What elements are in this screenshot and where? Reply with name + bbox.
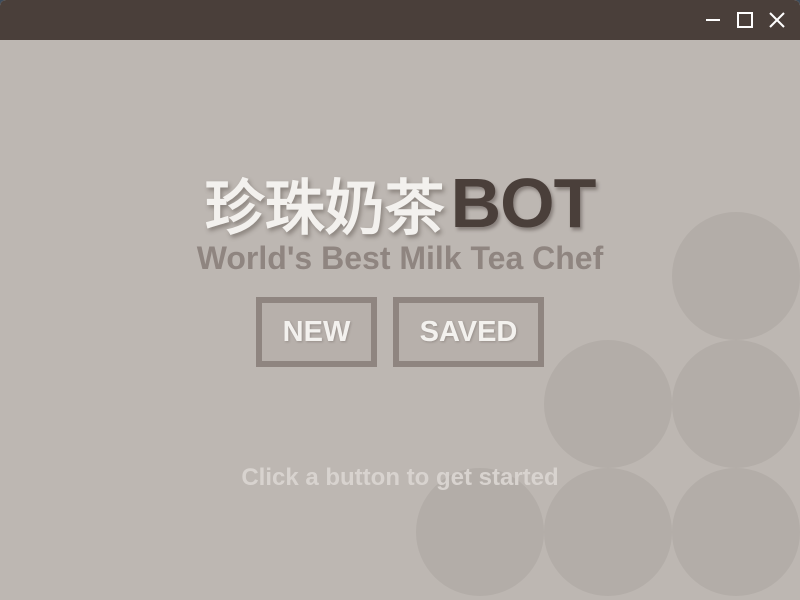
new-button-label: NEW bbox=[282, 315, 351, 348]
saved-button[interactable]: SAVED bbox=[393, 297, 544, 367]
minimize-icon bbox=[706, 19, 720, 21]
maximize-button[interactable] bbox=[733, 8, 757, 32]
app-title-bot: BOT bbox=[450, 164, 597, 242]
minimize-button[interactable] bbox=[701, 8, 725, 32]
app-window: 珍珠奶茶 BOT World's Best Milk Tea Chef NEW … bbox=[0, 0, 800, 600]
decor-pearl bbox=[544, 340, 672, 468]
title-bar[interactable] bbox=[0, 0, 800, 40]
app-title-chinese: 珍珠奶茶 bbox=[204, 173, 445, 244]
decor-pearl bbox=[672, 340, 800, 468]
new-button[interactable]: NEW bbox=[256, 297, 377, 367]
close-button[interactable] bbox=[765, 8, 789, 32]
start-hint: Click a button to get started bbox=[241, 464, 559, 491]
maximize-icon bbox=[737, 12, 753, 28]
app-title: 珍珠奶茶 BOT bbox=[0, 163, 800, 244]
close-icon bbox=[769, 12, 785, 28]
app-subtitle: World's Best Milk Tea Chef bbox=[196, 240, 604, 276]
saved-button-label: SAVED bbox=[419, 315, 518, 348]
